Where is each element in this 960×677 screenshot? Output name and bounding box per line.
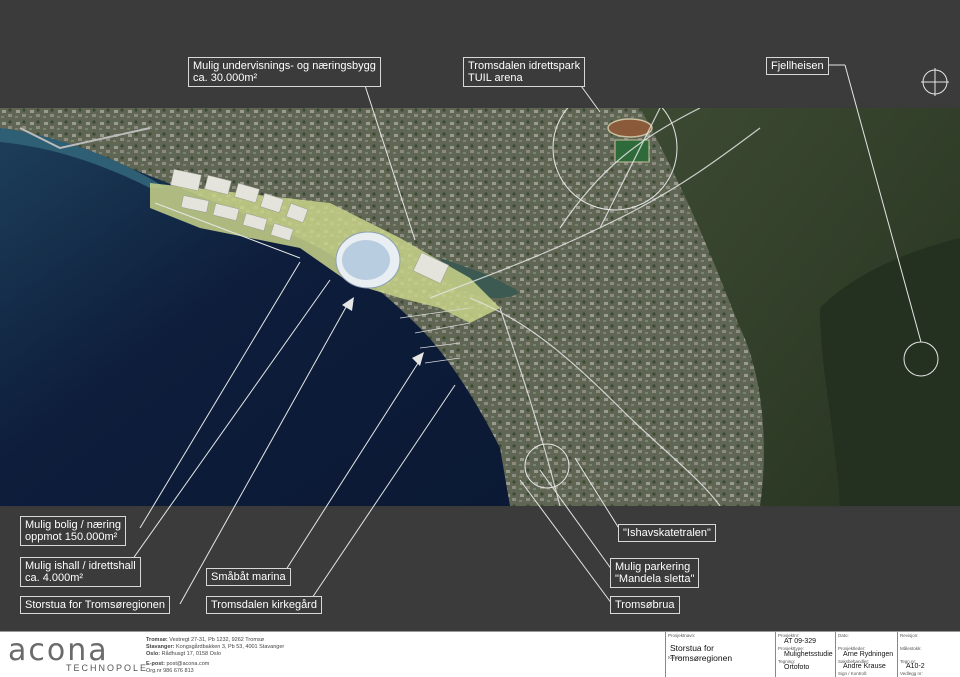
contact-line: Org.nr 986 676 813 bbox=[146, 668, 194, 674]
callout-fjellheisen: Fjellheisen bbox=[766, 57, 829, 75]
project-name-label: Prosjektnavn: bbox=[668, 633, 696, 638]
callout-line2: ca. 4.000m² bbox=[25, 572, 84, 584]
north-arrow-icon bbox=[921, 68, 949, 96]
contact-line: Oslo: Rådhusgt 17, 0158 Oslo bbox=[146, 651, 221, 657]
contact-line: Stavanger: Kongsgårdbakken 3, Pb 53, 400… bbox=[146, 644, 285, 650]
callout-line1: Tromsdalen kirkegård bbox=[211, 599, 317, 611]
contact-line: E-post: post@acona.com bbox=[146, 661, 210, 667]
project-info-cell: Prosjektnr: AT 09-329 Prosjekttype: Muli… bbox=[775, 632, 836, 677]
callout-ishavskatetralen: "Ishavskatetralen" bbox=[618, 524, 716, 542]
callout-line1: Tromsøbrua bbox=[615, 599, 675, 611]
callout-ishall: Mulig ishall / idrettshall ca. 4.000m² bbox=[20, 557, 141, 587]
callout-line1: Tromsdalen idrettspark bbox=[468, 60, 581, 72]
title-block: acona TECHNOPOLE Tromsø: Vestregt 27-31,… bbox=[0, 631, 960, 677]
date-label: Dato: bbox=[838, 633, 849, 638]
revision-label: Revisjon: bbox=[900, 633, 919, 638]
project-type-value: Mulighetsstudie bbox=[784, 651, 833, 658]
callout-line1: Storstua for Tromsøregionen bbox=[25, 599, 166, 611]
revision-cell: Revisjon: Målestokk: Tegn.nr: A10-2 Vedl… bbox=[897, 632, 960, 677]
callout-kirkegard: Tromsdalen kirkegård bbox=[206, 596, 322, 614]
project-number-value: AT 09-329 bbox=[784, 638, 817, 645]
callout-tuil-arena: Tromsdalen idrettspark TUIL arena bbox=[463, 57, 586, 87]
callout-line1: Fjellheisen bbox=[771, 60, 824, 72]
callout-line1: Småbåt marina bbox=[211, 571, 286, 583]
attachment-label: Vedlegg nr: bbox=[900, 671, 923, 676]
client-label: Kunde: bbox=[668, 655, 683, 660]
scale-label: Målestokk: bbox=[900, 646, 922, 651]
project-name-value: Storstua for Tromsøregionen bbox=[670, 643, 733, 663]
case-handler-value: Andre Krause bbox=[843, 663, 886, 670]
callout-bolig-naering: Mulig bolig / næring oppmot 150.000m² bbox=[20, 516, 126, 546]
sign-label: Sign / Kontroll: bbox=[838, 671, 868, 676]
callout-line2: TUIL arena bbox=[468, 72, 523, 84]
callout-line1: Mulig undervisnings- og næringsbygg bbox=[193, 60, 376, 72]
contact-line: Tromsø: Vestregt 27-31, Pb 1232, 9262 Tr… bbox=[146, 637, 265, 643]
callout-smabat-marina: Småbåt marina bbox=[206, 568, 291, 586]
callout-line1: Mulig parkering bbox=[615, 561, 691, 573]
drawing-value: Ortofoto bbox=[784, 664, 810, 671]
callout-storstua: Storstua for Tromsøregionen bbox=[20, 596, 171, 614]
callout-line1: Mulig ishall / idrettshall bbox=[25, 560, 136, 572]
callout-line1: Mulig bolig / næring bbox=[25, 519, 121, 531]
project-leader-value: Arne Rydningen bbox=[843, 651, 894, 658]
callout-line2: ca. 30.000m² bbox=[193, 72, 258, 84]
logo-tagline: TECHNOPOLE bbox=[66, 663, 149, 673]
orthophoto-graphic bbox=[0, 108, 960, 506]
aerial-orthophoto[interactable] bbox=[0, 108, 960, 506]
acona-logo: acona TECHNOPOLE bbox=[8, 633, 146, 674]
callout-line2: oppmot 150.000m² bbox=[25, 531, 118, 543]
callout-parkering: Mulig parkering "Mandela sletta" bbox=[610, 558, 700, 588]
callout-undervisningsbygg: Mulig undervisnings- og næringsbygg ca. … bbox=[188, 57, 381, 87]
callout-line2: "Mandela sletta" bbox=[615, 573, 695, 585]
logo-word: acona bbox=[8, 633, 109, 668]
project-name-cell: Prosjektnavn: Storstua for Tromsøregione… bbox=[665, 632, 776, 677]
top-annotation-band bbox=[0, 0, 960, 106]
callout-tromsobrua: Tromsøbrua bbox=[610, 596, 680, 614]
callout-line1: "Ishavskatetralen" bbox=[623, 527, 711, 539]
contact-info: Tromsø: Vestregt 27-31, Pb 1232, 9262 Tr… bbox=[146, 637, 284, 675]
responsible-cell: Dato: Prosjektleder: Arne Rydningen Saks… bbox=[835, 632, 898, 677]
drawing-number-value: A10-2 bbox=[906, 663, 925, 670]
